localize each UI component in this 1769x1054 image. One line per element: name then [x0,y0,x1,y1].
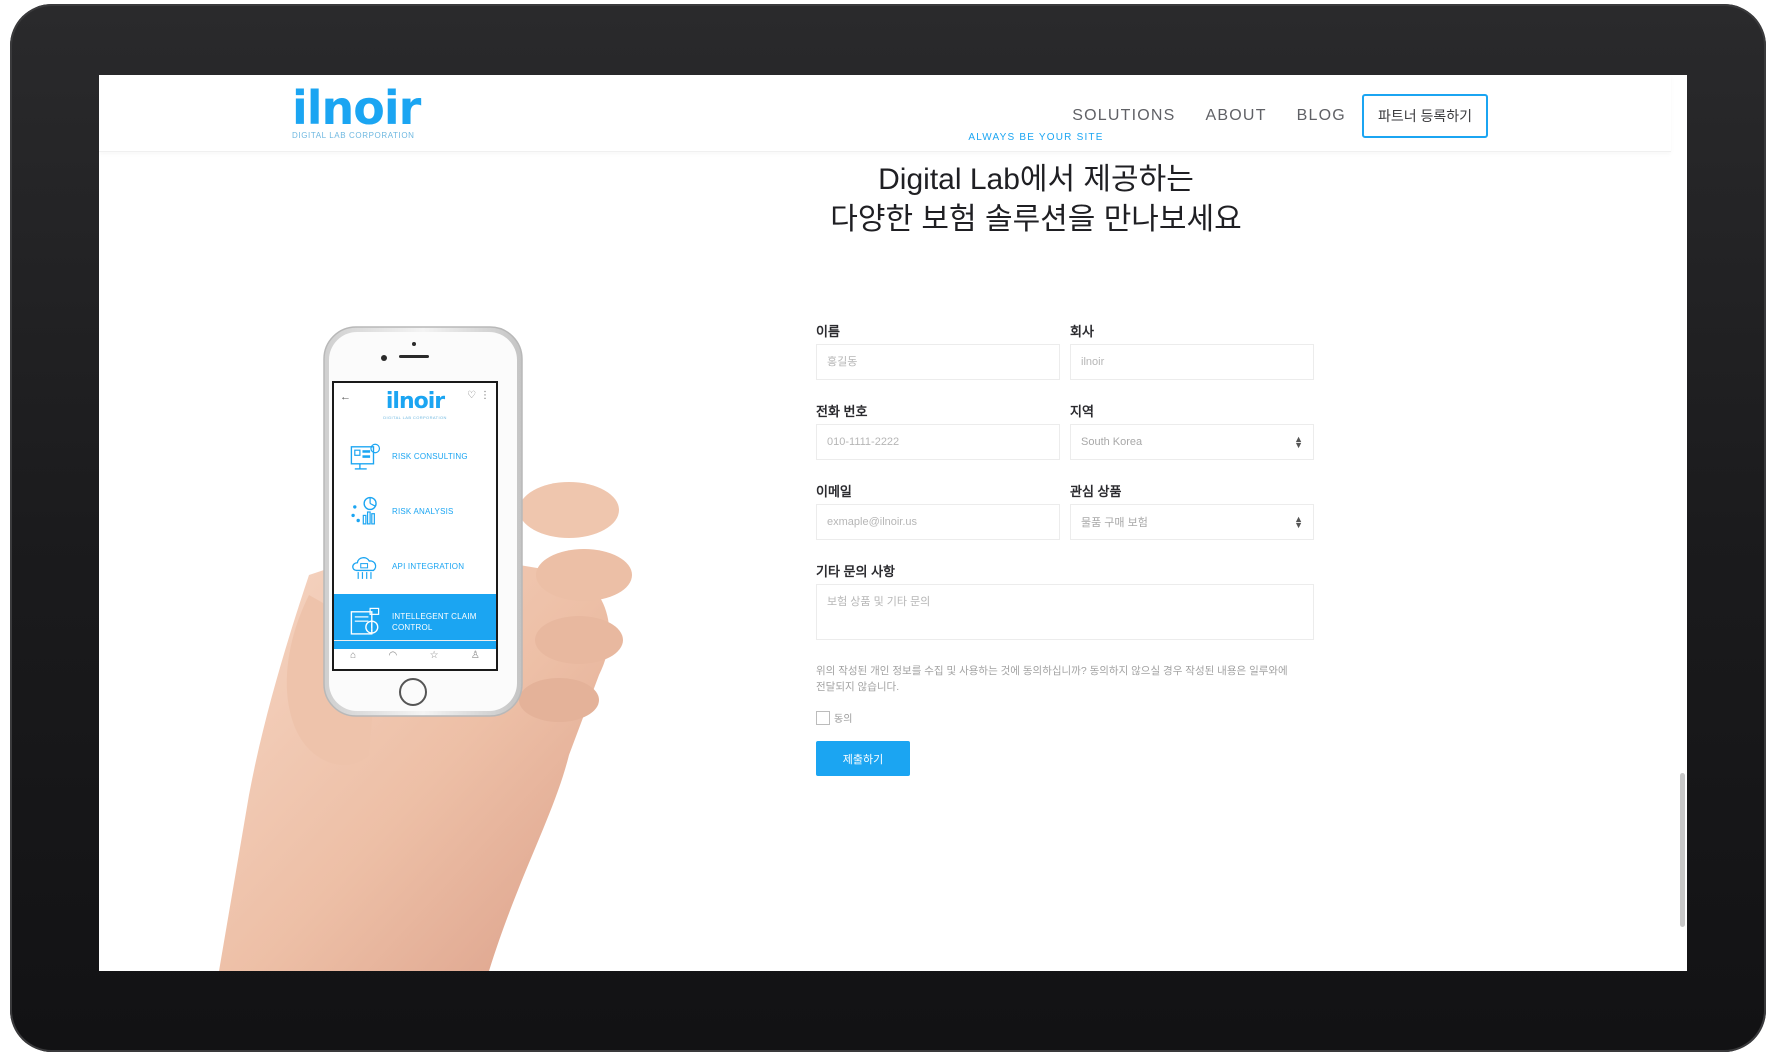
analysis-icon [351,496,377,524]
hand-with-phone-illustration [219,326,632,971]
interest-label: 관심 상품 [1070,484,1122,499]
name-label: 이름 [816,324,840,339]
submit-button[interactable]: 제출하기 [816,741,910,776]
interest-select[interactable]: 물품 구매 보험 ▲ ▼ [1070,504,1314,540]
phone-input[interactable] [827,436,1049,448]
dashboard-icon[interactable]: ◠ [389,650,398,661]
page-scrollbar[interactable] [1680,773,1685,927]
partner-register-button[interactable]: 파트너 등록하기 [1361,94,1488,138]
region-select-value: South Korea [1081,436,1143,448]
phone-tabbar: ⌂ ◠ ☆ ♙ [334,640,496,669]
consent-notice: 위의 작성된 개인 정보를 수집 및 사용하는 것에 동의하십니까? 동의하지 … [816,665,1288,693]
company-input[interactable] [1081,356,1303,368]
phone-menu-label: INTELLEGENT CLAIM CONTROL [392,611,477,632]
email-input[interactable] [827,516,1049,528]
select-arrows-icon: ▲ ▼ [1294,434,1303,450]
agree-checkbox[interactable] [816,710,830,725]
email-field[interactable] [816,504,1060,540]
region-select[interactable]: South Korea ▲ ▼ [1070,424,1314,460]
hero-heading-line1: Digital Lab에서 제공하는 [878,163,1194,196]
hero-eyebrow: ALWAYS BE YOUR SITE [968,132,1104,143]
phone-menu-label: API INTEGRATION [392,562,465,571]
phone-menu-item-risk-consulting[interactable]: RISK CONSULTING [334,429,496,484]
inquiry-field[interactable] [816,584,1314,640]
back-arrow-icon[interactable]: ← [340,391,351,403]
claim-icon [350,607,380,635]
hero-heading: Digital Lab에서 제공하는 다양한 보험 솔루션을 만나보세요 [786,160,1286,240]
phone-menu-item-api-integration[interactable]: API INTEGRATION [334,539,496,594]
interest-select-value: 물품 구매 보험 [1081,517,1148,529]
heart-icon[interactable]: ♡ [467,390,476,401]
company-field[interactable] [1070,344,1314,380]
phone-logo-tagline: DIGITAL LAB CORPORATION [383,415,447,420]
star-icon[interactable]: ☆ [430,650,439,661]
consulting-icon [350,443,381,470]
home-icon[interactable]: ⌂ [350,650,356,661]
hero-heading-line2: 다양한 보험 솔루션을 만나보세요 [830,203,1242,236]
inquiry-label: 기타 문의 사항 [816,564,895,579]
select-arrows-icon: ▲ ▼ [1294,514,1303,530]
phone-app-header: ← ilnoir DIGITAL LAB CORPORATION ♡ ⋮ [334,383,496,429]
company-label: 회사 [1070,324,1094,339]
cloud-api-icon [352,556,377,579]
phone-field[interactable] [816,424,1060,460]
name-field[interactable] [816,344,1060,380]
email-label: 이메일 [816,484,852,499]
phone-menu-item-risk-analysis[interactable]: RISK ANALYSIS [334,484,496,539]
nav-blog[interactable]: BLOG [1297,107,1346,125]
nav-about[interactable]: ABOUT [1206,107,1267,125]
phone-label: 전화 번호 [816,404,868,419]
phone-menu-label: RISK CONSULTING [392,452,468,461]
agree-row[interactable]: 동의 [816,710,852,725]
nav-solutions[interactable]: SOLUTIONS [1072,107,1175,125]
agree-label: 동의 [834,714,853,725]
phone-app-screen: ← ilnoir DIGITAL LAB CORPORATION ♡ ⋮ RIS… [334,383,496,669]
inquiry-textarea[interactable] [827,593,1303,633]
more-vertical-icon[interactable]: ⋮ [480,390,490,401]
profile-icon[interactable]: ♙ [471,650,480,661]
name-input[interactable] [827,356,1049,368]
phone-menu-label: RISK ANALYSIS [392,507,454,516]
region-label: 지역 [1070,404,1094,419]
